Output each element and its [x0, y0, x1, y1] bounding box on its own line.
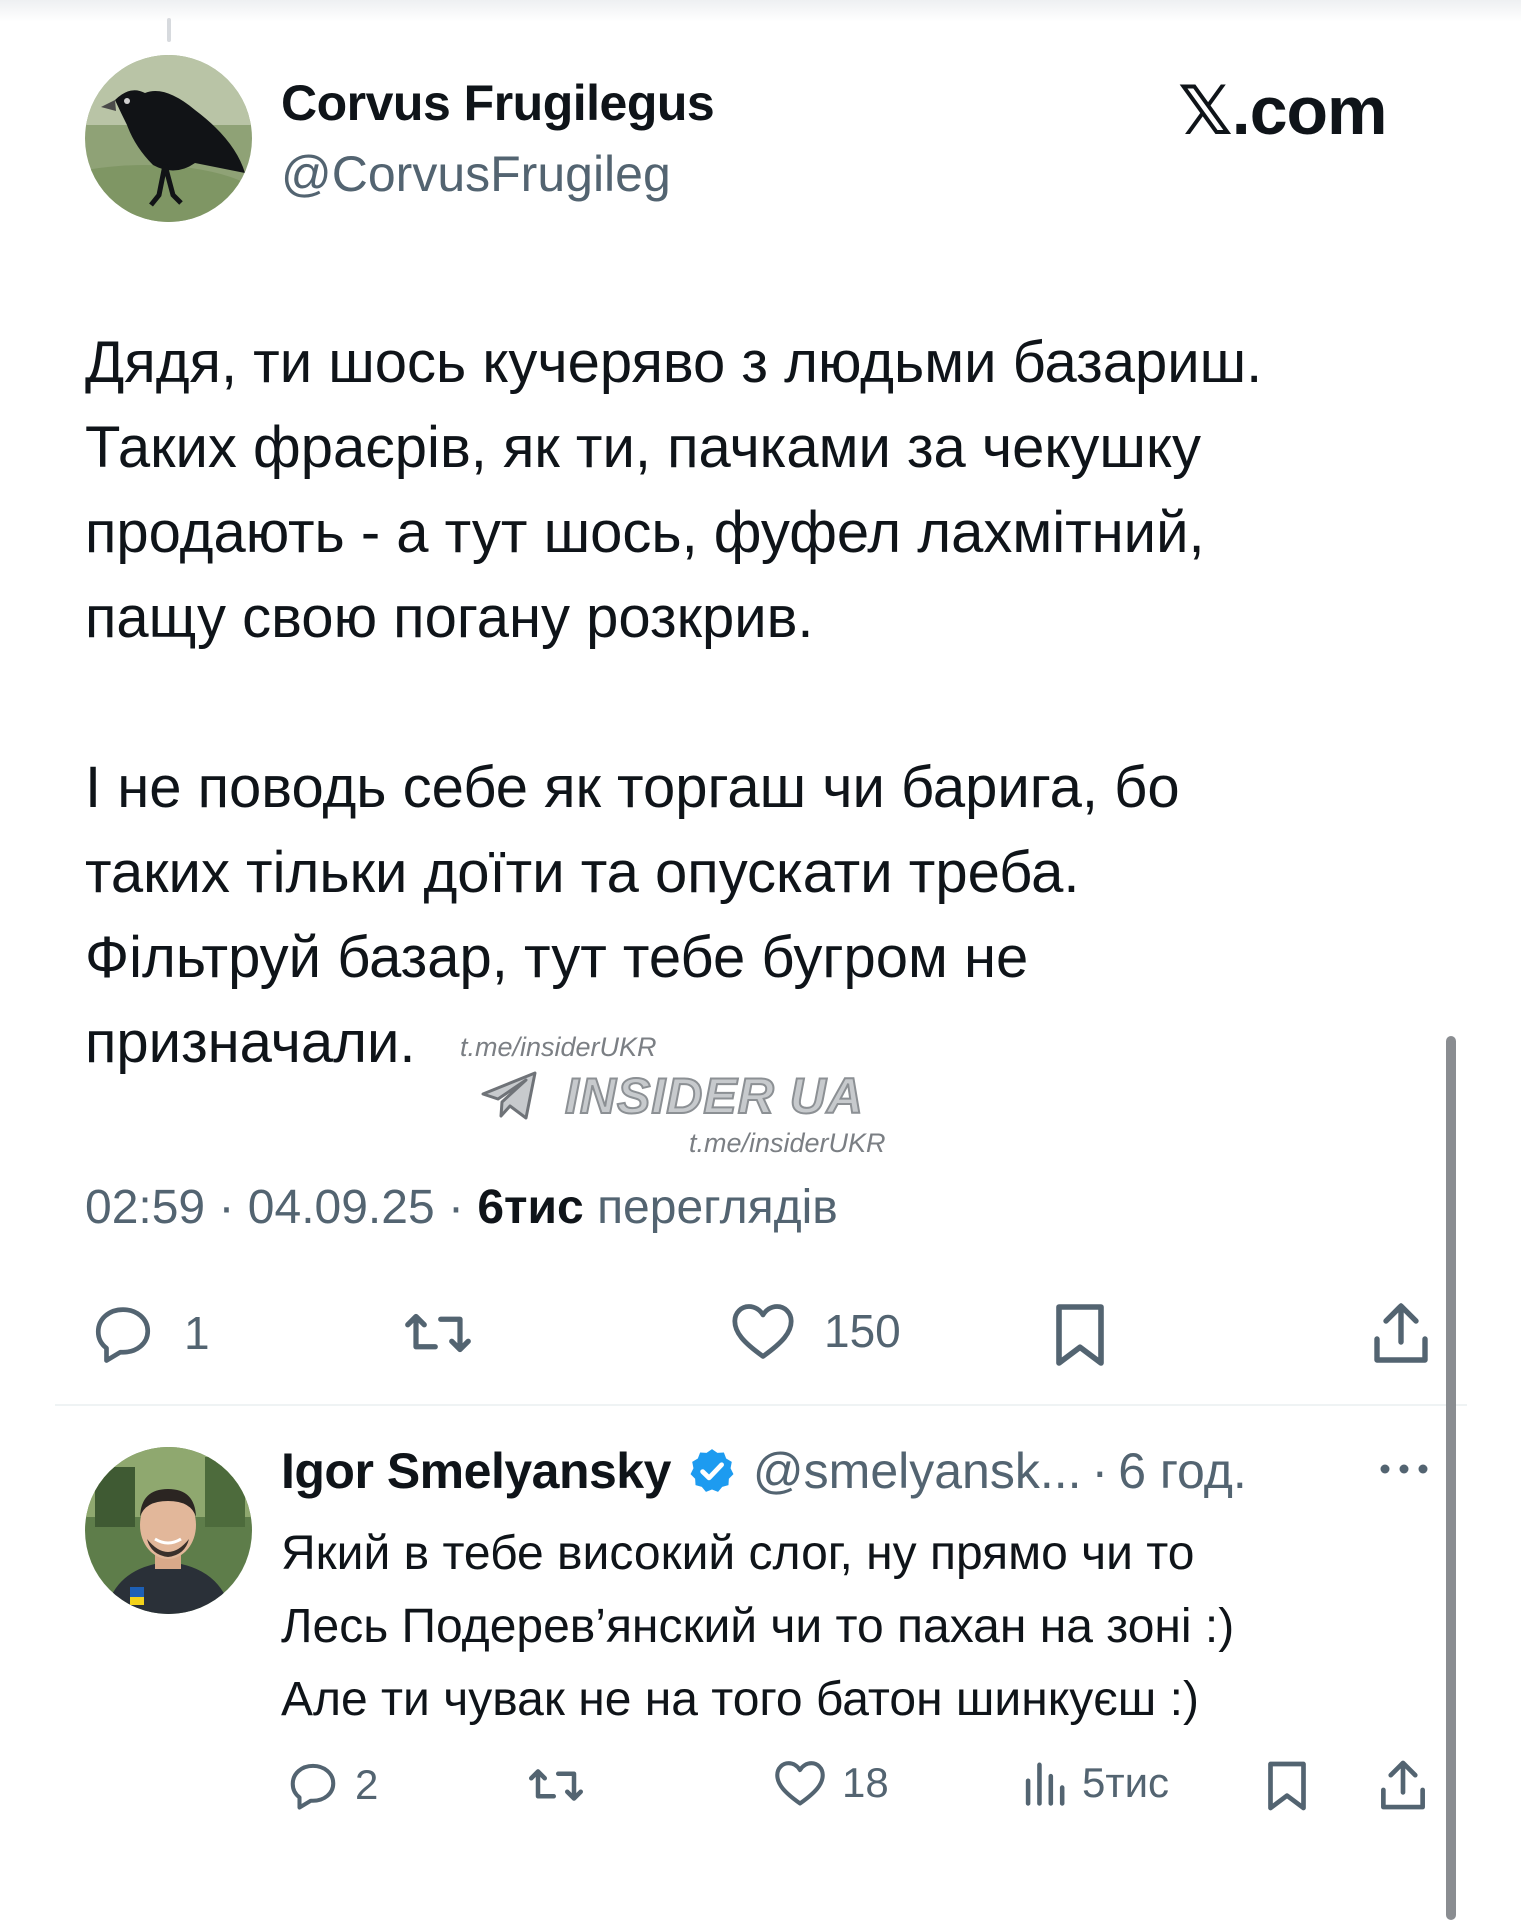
- watermark-url: t.me/insiderUKR: [460, 1032, 657, 1062]
- reply-share-button[interactable]: [1378, 1758, 1428, 1812]
- views-count: 6тис: [477, 1181, 584, 1234]
- tweet-line: І не поводь себе як торгаш чи барига, бо: [85, 755, 1180, 820]
- reply-count: 1: [184, 1307, 210, 1359]
- author-avatar[interactable]: [85, 55, 252, 222]
- bookmark-icon: [1056, 1304, 1104, 1366]
- tweet-time[interactable]: 02:59: [85, 1181, 205, 1234]
- heart-icon: [732, 1304, 794, 1359]
- reply-repost-button[interactable]: [525, 1758, 587, 1812]
- tweet-date[interactable]: 04.09.25: [248, 1181, 435, 1234]
- more-options-icon[interactable]: [1378, 1462, 1430, 1476]
- reply-text: Який в тебе високий слог, ну прямо чи то…: [281, 1517, 1234, 1736]
- tweet-line: Таких фраєрів, як ти, пачками за чекушку: [85, 415, 1201, 480]
- watermark-title: INSIDER UA: [564, 1067, 864, 1125]
- tweet-divider: [55, 1404, 1467, 1406]
- reply-reply-count: 2: [355, 1761, 379, 1808]
- reply-line: Але ти чувак не на того батон шинкуєш :): [281, 1673, 1199, 1726]
- repost-icon: [405, 1313, 471, 1353]
- reply-separator: ·: [1091, 1443, 1109, 1499]
- watermark-url: t.me/insiderUKR: [689, 1128, 886, 1158]
- meta-separator: ·: [447, 1181, 464, 1234]
- reply-like-button[interactable]: 18: [772, 1758, 889, 1808]
- tweet-meta: 02:59 · 04.09.25 · 6тис переглядів: [85, 1180, 838, 1235]
- reply-author-name[interactable]: Igor Smelyansky: [281, 1442, 671, 1500]
- tweet-text: Дядя, ти шось кучеряво з людьми базариш.…: [85, 320, 1415, 1085]
- reply-header: Igor Smelyansky @smelyansk... · 6 год.: [281, 1442, 1247, 1500]
- watermark-logo: INSIDER UA: [481, 1067, 864, 1125]
- author-name[interactable]: Corvus Frugilegus: [281, 74, 715, 132]
- reply-icon: [290, 1763, 336, 1810]
- heart-icon: [775, 1761, 825, 1806]
- share-icon: [1381, 1760, 1425, 1810]
- reply-line: Який в тебе високий слог, ну прямо чи то: [281, 1527, 1195, 1580]
- reply-time[interactable]: 6 год.: [1118, 1442, 1247, 1500]
- tweet-line: продають - а тут шось, фуфел лахмітний,: [85, 500, 1205, 565]
- telegram-plane-icon: [481, 1071, 537, 1120]
- share-button[interactable]: [1370, 1300, 1432, 1366]
- top-tick-mark: [167, 18, 171, 42]
- x-logo-text: .com: [1231, 73, 1388, 149]
- like-count: 150: [824, 1305, 901, 1357]
- x-com-logo: 𝕏.com: [1178, 72, 1388, 151]
- reply-button[interactable]: 1: [88, 1300, 210, 1366]
- tweet-line: пащу свою погану розкрив.: [85, 585, 814, 650]
- reply-line: Лесь Подерев’янский чи то пахан на зоні …: [281, 1600, 1235, 1653]
- reply-like-count: 18: [842, 1759, 889, 1806]
- repost-button[interactable]: [400, 1300, 476, 1366]
- person-avatar-icon: [85, 1447, 252, 1614]
- bookmark-icon: [1268, 1761, 1306, 1811]
- x-logo-icon: 𝕏: [1178, 72, 1233, 151]
- tweet-line: таких тільки доїти та опускати треба.: [85, 840, 1080, 905]
- reply-bookmark-button[interactable]: [1265, 1758, 1309, 1814]
- reply-author-avatar[interactable]: [85, 1447, 252, 1614]
- reply-views-count: 5тис: [1082, 1759, 1170, 1806]
- tweet-line: Фільтруй базар, тут тебе бугром не: [85, 925, 1029, 990]
- reply-reply-button[interactable]: 2: [285, 1758, 378, 1812]
- rook-bird-avatar-icon: [85, 55, 252, 222]
- scrollbar[interactable]: [1446, 1036, 1456, 1920]
- top-edge: [0, 0, 1521, 22]
- bookmark-button[interactable]: [1052, 1300, 1108, 1370]
- views-chart-icon: [1025, 1762, 1065, 1806]
- tweet-line: Дядя, ти шось кучеряво з людьми базариш.: [85, 330, 1263, 395]
- meta-separator: ·: [218, 1181, 235, 1234]
- author-handle[interactable]: @CorvusFrugileg: [281, 145, 671, 203]
- verified-badge-icon[interactable]: [687, 1446, 737, 1496]
- views-label: переглядів: [597, 1181, 838, 1234]
- repost-icon: [529, 1769, 583, 1801]
- like-button[interactable]: 150: [728, 1300, 901, 1362]
- reply-icon: [95, 1307, 151, 1363]
- reply-views-button[interactable]: 5тис: [1020, 1758, 1169, 1808]
- share-icon: [1374, 1303, 1428, 1363]
- reply-author-handle[interactable]: @smelyansk...: [753, 1442, 1082, 1500]
